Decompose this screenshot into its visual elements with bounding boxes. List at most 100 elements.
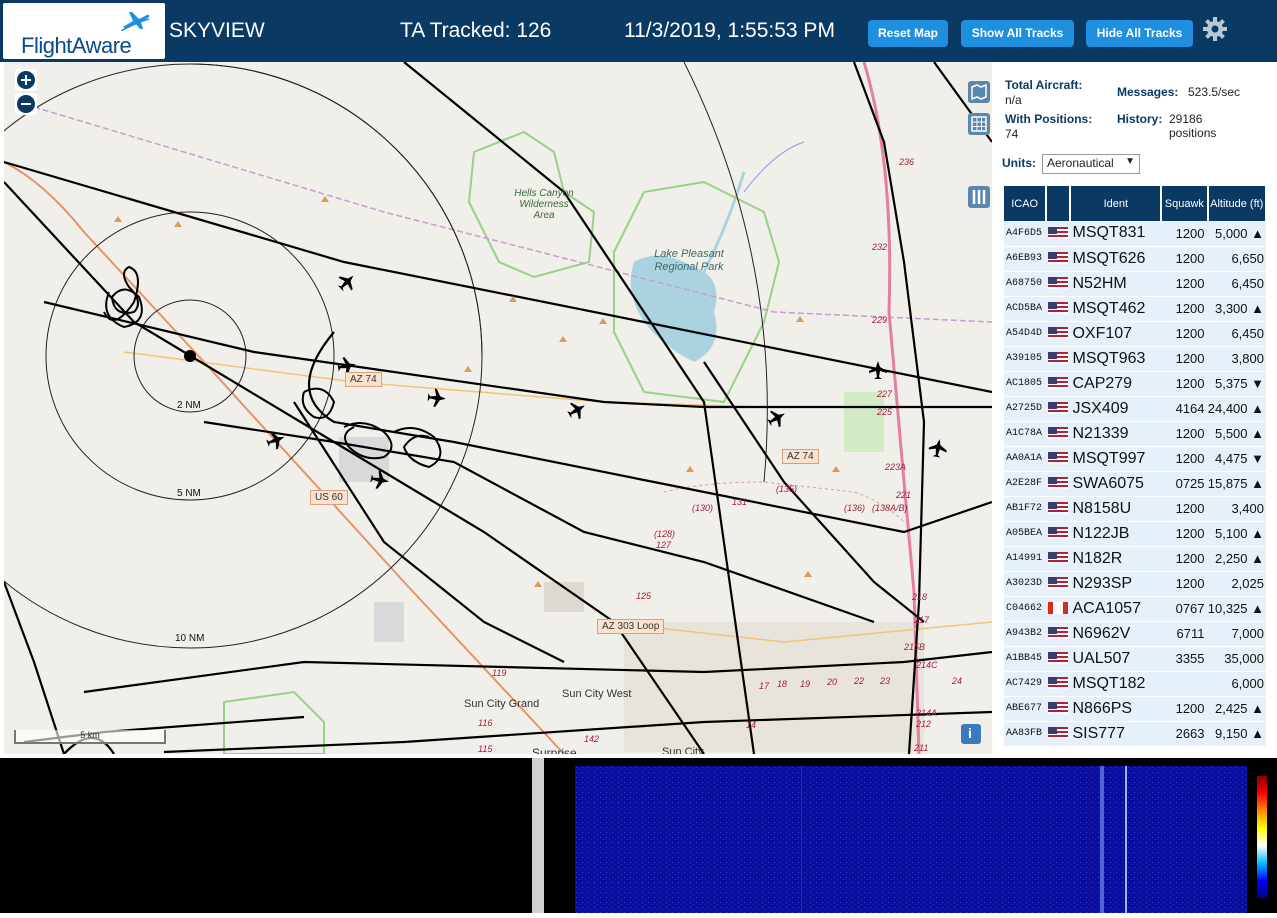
lake-pleasant-label: Lake Pleasant Regional Park — [654, 248, 724, 273]
table-row[interactable]: A6EB93 MSQT626 1200 6,650 — [1004, 246, 1266, 272]
icao-cell: A3023D — [1004, 571, 1047, 597]
route-label: 23 — [880, 676, 891, 686]
info-button[interactable]: i — [961, 724, 981, 744]
zoom-out-button[interactable] — [15, 93, 37, 115]
route-label: 24 — [952, 676, 963, 686]
total-aircraft-label: Total Aircraft: — [1005, 78, 1083, 92]
table-row[interactable]: A943B2 N6962V 6711 7,000 — [1004, 621, 1266, 647]
route-label: 142 — [584, 734, 600, 744]
table-row[interactable]: A05BEA N122JB 1200 5,100 ▲ — [1004, 521, 1266, 547]
table-row[interactable]: A4F6D5 MSQT831 1200 5,000 ▲ — [1004, 221, 1266, 247]
plane-logo-icon — [121, 12, 150, 31]
ident-cell: MSQT462 — [1070, 296, 1162, 322]
altitude-cell: 5,500 ▲ — [1207, 421, 1266, 447]
icao-cell: A1BB45 — [1004, 646, 1047, 672]
route-label: 214A — [916, 708, 938, 718]
route-label: (130) — [692, 503, 714, 513]
grid-icon — [971, 116, 987, 132]
us-flag-icon — [1048, 252, 1069, 265]
flag-cell — [1046, 321, 1071, 347]
table-row[interactable]: A2E28F SWA6075 0725 15,875 ▲ — [1004, 471, 1266, 497]
units-label: Units: — [1002, 156, 1036, 170]
panel-divider[interactable] — [532, 758, 544, 913]
table-row[interactable]: A1C78A N21339 1200 5,500 ▲ — [1004, 421, 1266, 447]
table-row[interactable]: A68750 N52HM 1200 6,450 — [1004, 271, 1266, 297]
table-row[interactable]: AA0A1A MSQT997 1200 4,475 ▼ — [1004, 446, 1266, 472]
table-row[interactable]: A3023D N293SP 1200 2,025 — [1004, 571, 1266, 597]
table-row[interactable]: C04662 ACA1057 0767 10,325 ▲ — [1004, 596, 1266, 622]
us-flag-icon — [1048, 502, 1069, 515]
table-row[interactable]: AA83FB SIS777 2663 9,150 ▲ — [1004, 721, 1266, 747]
table-row[interactable]: AB1F72 N8158U 1200 3,400 — [1004, 496, 1266, 522]
flag-cell — [1046, 521, 1071, 547]
us-flag-icon — [1048, 452, 1069, 465]
route-label: 22 — [854, 676, 865, 686]
squawk-cell: 1200 — [1161, 521, 1208, 547]
table-row[interactable]: AC7429 MSQT182 6,000 — [1004, 671, 1266, 697]
route-label: 119 — [492, 668, 507, 678]
map-view[interactable]: i Hells Canyon Wilderness Area Lake Plea… — [4, 62, 992, 754]
table-row[interactable]: A2725D JSX409 4164 24,400 ▲ — [1004, 396, 1266, 422]
altitude-cell: 6,450 — [1207, 321, 1266, 347]
squawk-cell — [1161, 671, 1208, 697]
zoom-in-button[interactable] — [15, 69, 37, 91]
table-row[interactable]: A1BB45 UAL507 3355 35,000 — [1004, 646, 1266, 672]
us-flag-icon — [1048, 227, 1069, 240]
flag-cell — [1046, 421, 1071, 447]
ident-cell: N52HM — [1070, 271, 1162, 297]
flag-cell — [1046, 446, 1071, 472]
altitude-cell: 6,650 — [1207, 246, 1266, 272]
history-label: History: — [1117, 112, 1163, 126]
col-altitude[interactable]: Altitude (ft) — [1207, 186, 1268, 221]
squawk-cell: 0725 — [1161, 471, 1208, 497]
aircraft-table: ICAO Ident Squawk Altitude (ft) A4F6D5 MS… — [1004, 186, 1268, 747]
columns-toggle-button[interactable] — [968, 186, 990, 208]
table-row[interactable]: A14991 N182R 1200 2,250 ▲ — [1004, 546, 1266, 572]
route-label: 229 — [872, 315, 888, 325]
col-squawk[interactable]: Squawk — [1161, 186, 1209, 221]
squawk-cell: 0767 — [1161, 596, 1208, 622]
table-row[interactable]: ACD5BA MSQT462 1200 3,300 ▲ — [1004, 296, 1266, 322]
route-label: 223A — [885, 462, 907, 472]
units-select[interactable]: Aeronautical ▼ — [1042, 154, 1140, 174]
hide-all-tracks-button[interactable]: Hide All Tracks — [1086, 20, 1193, 47]
table-row[interactable]: ABE677 N866PS 1200 2,425 ▲ — [1004, 696, 1266, 722]
blank-panel — [0, 758, 532, 913]
map-layers-button[interactable] — [968, 81, 990, 103]
table-row[interactable]: A39105 MSQT963 1200 3,800 — [1004, 346, 1266, 372]
hells-canyon-label: Hells Canyon Wilderness Area — [514, 188, 574, 221]
altitude-cell: 5,100 ▲ — [1207, 521, 1266, 547]
flag-cell — [1046, 696, 1071, 722]
col-ident[interactable]: Ident — [1070, 186, 1163, 221]
icao-cell: AC1805 — [1004, 371, 1047, 397]
icao-cell: AA0A1A — [1004, 446, 1047, 472]
route-label: (138A/B) — [872, 503, 908, 513]
table-row[interactable]: A54D4D OXF107 1200 6,450 — [1004, 321, 1266, 347]
col-flag[interactable] — [1046, 186, 1072, 221]
grid-toggle-button[interactable] — [968, 113, 990, 135]
ring-label-2nm: 2 NM — [177, 400, 201, 411]
icao-cell: C04662 — [1004, 596, 1047, 622]
altitude-cell: 15,875 ▲ — [1207, 471, 1266, 497]
us-flag-icon — [1048, 552, 1069, 565]
us-flag-icon — [1048, 702, 1069, 715]
gear-icon[interactable] — [1202, 16, 1228, 42]
squawk-cell: 1200 — [1161, 371, 1208, 397]
route-label: 116 — [478, 718, 493, 728]
us-flag-icon — [1048, 577, 1069, 590]
icao-cell: AB1F72 — [1004, 496, 1047, 522]
altitude-cell: 3,300 ▲ — [1207, 296, 1266, 322]
squawk-cell: 1200 — [1161, 496, 1208, 522]
icao-cell: A2E28F — [1004, 471, 1047, 497]
ident-cell: N293SP — [1070, 571, 1162, 597]
route-label: (128) — [654, 529, 676, 539]
ident-cell: SIS777 — [1070, 721, 1162, 747]
icao-cell: AC7429 — [1004, 671, 1047, 697]
route-label: 215B — [904, 642, 926, 652]
show-all-tracks-button[interactable]: Show All Tracks — [961, 20, 1074, 47]
table-row[interactable]: AC1805 CAP279 1200 5,375 ▼ — [1004, 371, 1266, 397]
col-icao[interactable]: ICAO — [1004, 186, 1048, 221]
reset-map-button[interactable]: Reset Map — [868, 20, 948, 47]
us-flag-icon — [1048, 527, 1069, 540]
flightaware-logo[interactable]: FlightAware — [3, 3, 165, 59]
